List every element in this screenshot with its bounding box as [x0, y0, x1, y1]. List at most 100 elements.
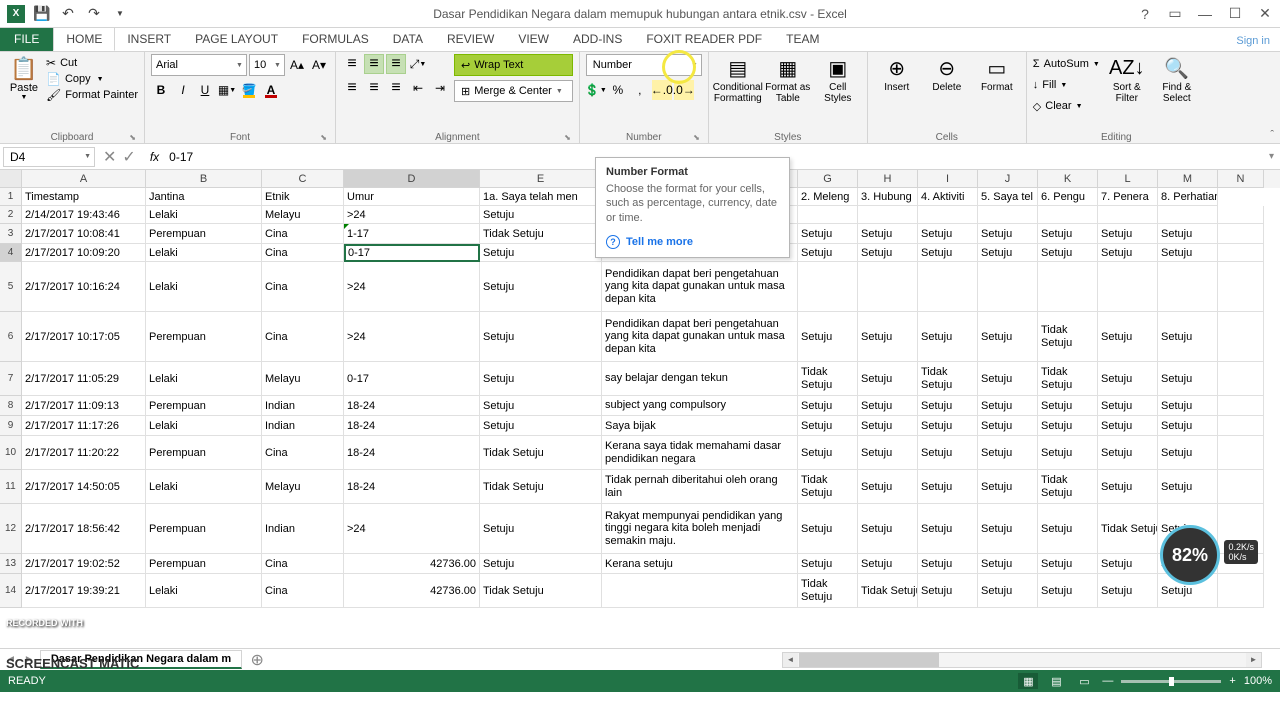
cell[interactable]: Setuju — [1098, 396, 1158, 416]
cell[interactable]: 2/17/2017 10:09:20 — [22, 244, 146, 262]
cell[interactable] — [1098, 206, 1158, 224]
row-number[interactable]: 14 — [0, 574, 22, 608]
cell[interactable]: Lelaki — [146, 470, 262, 504]
tab-review[interactable]: REVIEW — [435, 27, 506, 51]
cell[interactable]: Setuju — [1158, 470, 1218, 504]
cell[interactable]: Tidak Setuju — [480, 224, 602, 244]
cell[interactable]: 18-24 — [344, 396, 480, 416]
cell[interactable]: Setuju — [918, 504, 978, 554]
cell[interactable]: Setuju — [978, 574, 1038, 608]
cell[interactable]: Setuju — [858, 396, 918, 416]
cell[interactable]: Setuju — [978, 312, 1038, 362]
cell[interactable]: Setuju — [1098, 312, 1158, 362]
col-header[interactable]: H — [858, 170, 918, 188]
cell[interactable] — [858, 262, 918, 312]
cancel-formula-icon[interactable]: ✕ — [103, 147, 116, 167]
qat-customize-icon[interactable]: ▼ — [108, 3, 132, 25]
cell[interactable] — [918, 262, 978, 312]
cell[interactable]: 2/17/2017 10:17:05 — [22, 312, 146, 362]
file-tab[interactable]: FILE — [0, 27, 53, 51]
align-center-icon[interactable]: ≡ — [364, 78, 384, 98]
sort-filter-button[interactable]: AZ↓Sort & Filter — [1104, 54, 1150, 104]
cell[interactable] — [1218, 224, 1264, 244]
cell[interactable]: Setuju — [480, 554, 602, 574]
page-break-view-icon[interactable]: ▭ — [1074, 673, 1094, 689]
cell[interactable]: Indian — [262, 396, 344, 416]
cell[interactable]: Cina — [262, 574, 344, 608]
cell[interactable]: 2/17/2017 19:39:21 — [22, 574, 146, 608]
format-cells-button[interactable]: ▭Format — [974, 54, 1020, 93]
cell[interactable]: >24 — [344, 206, 480, 224]
cell[interactable] — [918, 206, 978, 224]
cell[interactable] — [798, 206, 858, 224]
accounting-format-icon[interactable]: 💲▼ — [586, 80, 606, 100]
cell[interactable] — [1218, 574, 1264, 608]
cell[interactable]: Setuju — [918, 574, 978, 608]
cell[interactable]: Cina — [262, 312, 344, 362]
header-cell[interactable]: 8. Perhatian tidak — [1158, 188, 1218, 206]
cell[interactable]: Setuju — [978, 416, 1038, 436]
col-header[interactable]: G — [798, 170, 858, 188]
header-cell[interactable]: 1a. Saya telah men — [480, 188, 602, 206]
col-header[interactable]: E — [480, 170, 602, 188]
tell-me-more-link[interactable]: ? Tell me more — [606, 235, 779, 249]
cell[interactable]: Tidak Setuju — [1038, 362, 1098, 396]
row-number[interactable]: 3 — [0, 224, 22, 244]
header-cell[interactable]: Umur — [344, 188, 480, 206]
cell[interactable]: 18-24 — [344, 436, 480, 470]
font-size-select[interactable]: 10▼ — [249, 54, 285, 76]
cell[interactable]: Lelaki — [146, 362, 262, 396]
cell[interactable]: Setuju — [1038, 504, 1098, 554]
cell[interactable]: Setuju — [1158, 416, 1218, 436]
autosum-button[interactable]: ΣAutoSum▼ — [1033, 54, 1100, 74]
tab-page-layout[interactable]: PAGE LAYOUT — [183, 27, 290, 51]
cell[interactable] — [1038, 262, 1098, 312]
cell[interactable]: Tidak Setuju — [480, 436, 602, 470]
cell[interactable]: Setuju — [1098, 224, 1158, 244]
tab-home[interactable]: HOME — [53, 27, 115, 51]
cell[interactable] — [1218, 396, 1264, 416]
fill-button[interactable]: ↓Fill▼ — [1033, 75, 1100, 95]
cell[interactable]: Cina — [262, 224, 344, 244]
cell[interactable]: Setuju — [480, 244, 602, 262]
cell[interactable]: 2/17/2017 10:08:41 — [22, 224, 146, 244]
font-color-button[interactable]: A — [261, 80, 281, 100]
decrease-font-icon[interactable]: A▾ — [309, 55, 329, 75]
tab-insert[interactable]: INSERT — [115, 27, 183, 51]
font-name-select[interactable]: Arial▼ — [151, 54, 247, 76]
cell[interactable]: Setuju — [918, 224, 978, 244]
add-sheet-icon[interactable]: ⊕ — [248, 651, 266, 669]
row-number[interactable]: 1 — [0, 188, 22, 206]
dialog-launcher-icon[interactable]: ⬊ — [320, 133, 327, 142]
paste-button[interactable]: 📋 Paste ▼ — [6, 54, 42, 101]
cell[interactable]: Cina — [262, 436, 344, 470]
cell[interactable]: Perempuan — [146, 396, 262, 416]
bold-button[interactable]: B — [151, 80, 171, 100]
cell[interactable]: Setuju — [858, 470, 918, 504]
clear-button[interactable]: ◇Clear▼ — [1033, 96, 1100, 116]
normal-view-icon[interactable]: ▦ — [1018, 673, 1038, 689]
row-number[interactable]: 12 — [0, 504, 22, 554]
row-number[interactable]: 9 — [0, 416, 22, 436]
tab-foxit[interactable]: FOXIT READER PDF — [634, 27, 774, 51]
zoom-out-icon[interactable]: — — [1102, 675, 1113, 687]
cell[interactable]: Setuju — [978, 470, 1038, 504]
cell[interactable]: Setuju — [858, 436, 918, 470]
help-icon[interactable]: ? — [1130, 1, 1160, 27]
cell[interactable]: Setuju — [1098, 436, 1158, 470]
cell[interactable]: Setuju — [978, 396, 1038, 416]
cell[interactable]: Setuju — [1098, 244, 1158, 262]
align-right-icon[interactable]: ≡ — [386, 78, 406, 98]
scroll-thumb[interactable] — [799, 653, 939, 667]
cell[interactable]: 0-17 — [344, 362, 480, 396]
cell[interactable]: Kerana saya tidak memahami dasar pendidi… — [602, 436, 798, 470]
cell-styles-button[interactable]: ▣Cell Styles — [815, 54, 861, 104]
cell[interactable]: Setuju — [798, 554, 858, 574]
cell[interactable] — [602, 574, 798, 608]
cell[interactable]: Setuju — [1038, 396, 1098, 416]
cell[interactable]: >24 — [344, 262, 480, 312]
fill-color-button[interactable]: 🪣 — [239, 80, 259, 100]
redo-icon[interactable]: ↷ — [82, 3, 106, 25]
horizontal-scrollbar[interactable]: ◄ ► — [782, 652, 1262, 668]
cell[interactable] — [1218, 244, 1264, 262]
